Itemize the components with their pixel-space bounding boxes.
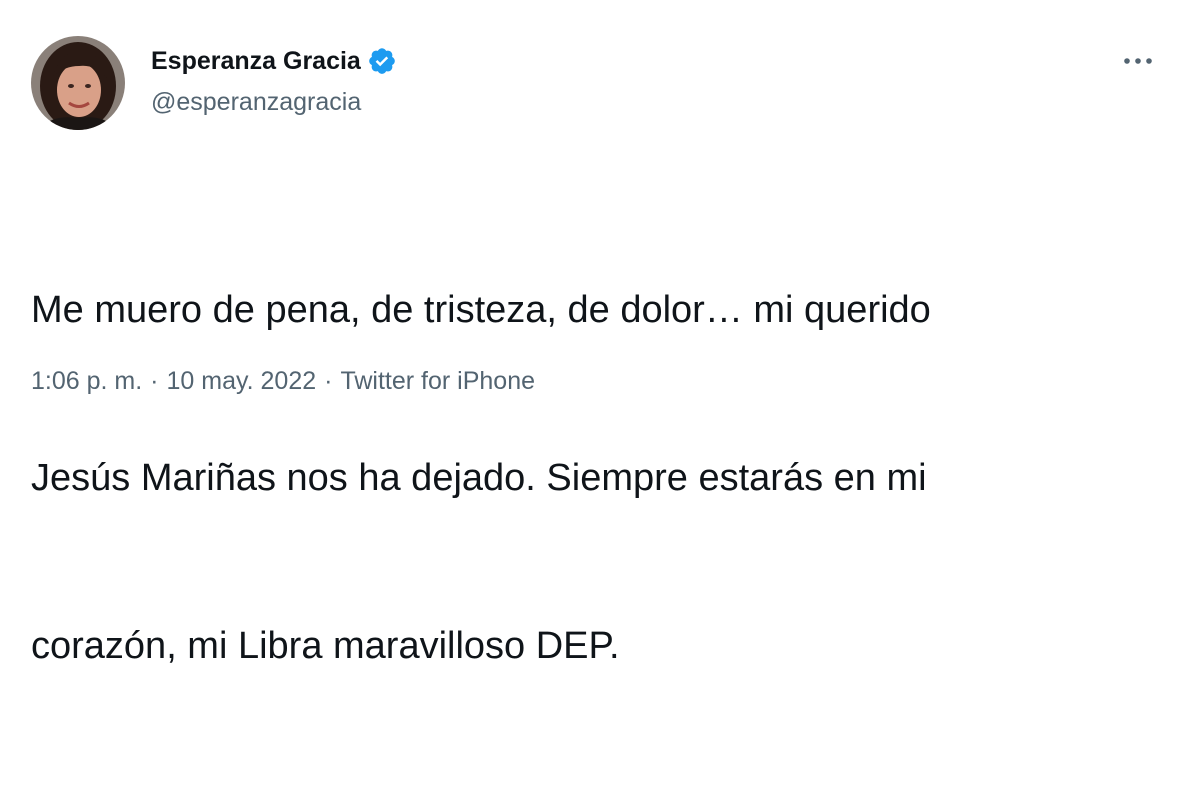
meta-separator: · bbox=[324, 367, 333, 395]
author-display-name[interactable]: Esperanza Gracia bbox=[151, 47, 361, 76]
profile-photo bbox=[31, 36, 125, 130]
author-handle[interactable]: @esperanzagracia bbox=[151, 88, 361, 117]
tweet-text: Me muero de pena, de tristeza, de dolor…… bbox=[31, 170, 1151, 786]
tweet-date[interactable]: 10 may. 2022 bbox=[167, 367, 317, 396]
tweet-card: Esperanza Gracia @esperanzagracia Me mue… bbox=[0, 0, 1191, 667]
tweet-text-line: Me muero de pena, de tristeza, de dolor…… bbox=[31, 289, 931, 331]
meta-separator: · bbox=[150, 367, 159, 395]
tweet-text-line: Jesús Mariñas nos ha dejado. Siempre est… bbox=[31, 457, 927, 499]
author-name-row: Esperanza Gracia bbox=[151, 44, 397, 78]
tweet-source[interactable]: Twitter for iPhone bbox=[340, 367, 535, 396]
tweet-text-line: corazón, mi Libra maravilloso DEP. bbox=[31, 625, 620, 667]
tweet-time[interactable]: 1:06 p. m. bbox=[31, 367, 142, 396]
verified-badge-icon bbox=[367, 46, 397, 76]
more-options-icon[interactable] bbox=[1118, 46, 1158, 76]
avatar[interactable] bbox=[31, 36, 125, 130]
tweet-metadata: 1:06 p. m. · 10 may. 2022 · Twitter for … bbox=[31, 367, 535, 396]
